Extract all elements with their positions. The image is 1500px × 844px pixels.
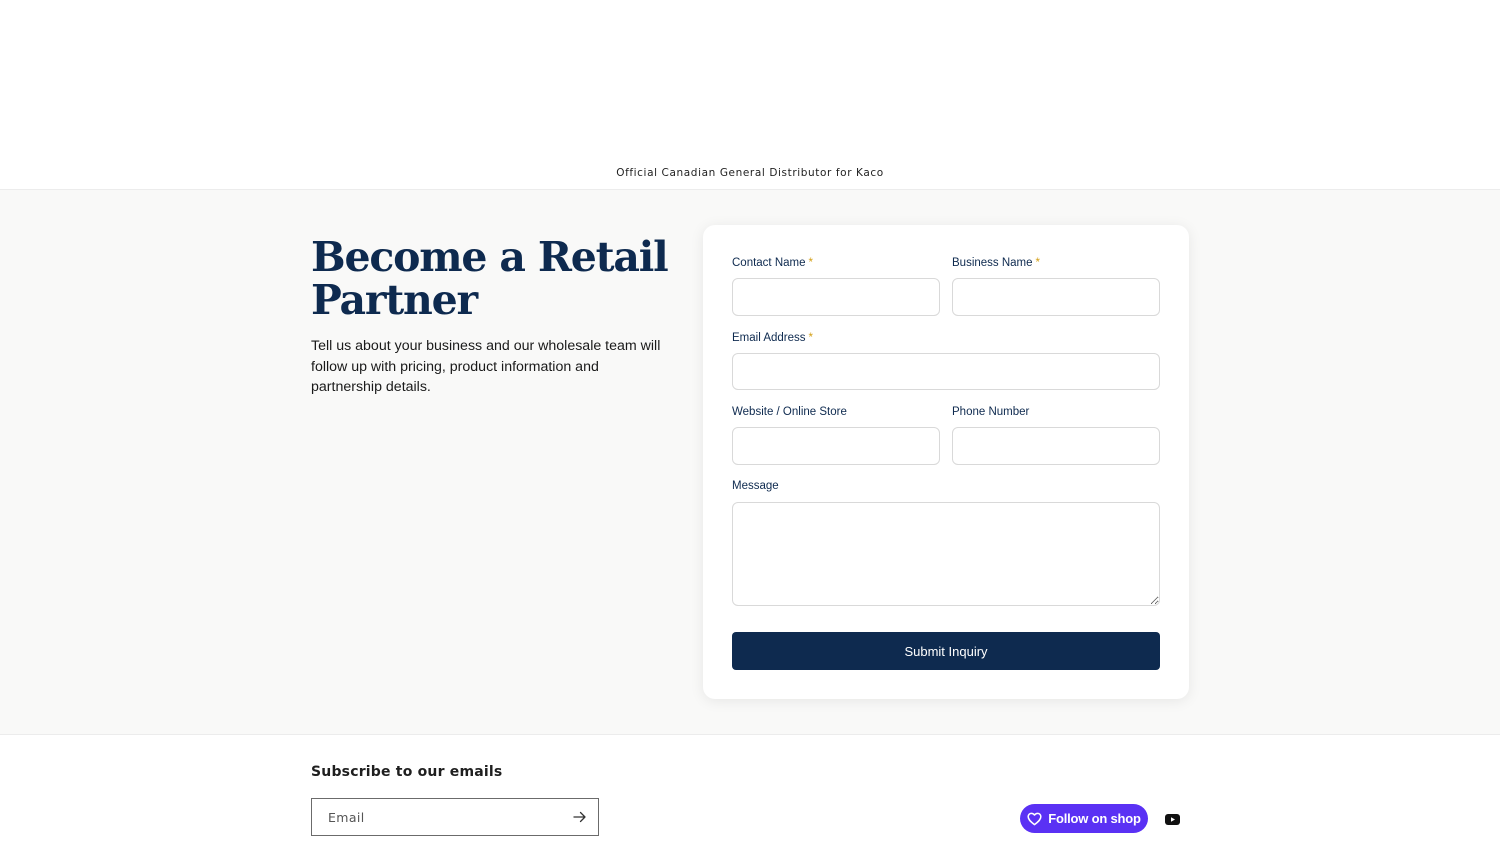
email-address-label-text: Email Address <box>732 332 806 344</box>
submit-inquiry-button[interactable]: Submit Inquiry <box>732 632 1160 670</box>
retail-partner-section: Become a Retail Partner Tell us about yo… <box>0 190 1500 735</box>
contact-name-label: Contact Name * <box>732 257 813 269</box>
page-title: Become a Retail Partner <box>311 233 669 324</box>
inquiry-form: Contact Name * Business Name * Email Addre… <box>703 225 1189 699</box>
email-address-label: Email Address * <box>732 332 813 344</box>
intro-block: Become a Retail Partner Tell us about yo… <box>311 236 671 398</box>
subscribe-title: Subscribe to our emails <box>311 764 503 780</box>
subscribe-email-box <box>311 798 599 836</box>
website-label: Website / Online Store <box>732 406 847 418</box>
required-mark: * <box>808 257 813 269</box>
message-label: Message <box>732 480 779 492</box>
youtube-icon[interactable] <box>1164 811 1180 827</box>
business-name-label-text: Business Name <box>952 257 1033 269</box>
heart-icon <box>1027 812 1042 826</box>
required-mark: * <box>1035 257 1041 269</box>
contact-name-input[interactable] <box>732 278 940 316</box>
top-banner <box>0 0 1500 190</box>
intro-description: Tell us about your business and our whol… <box>311 338 661 395</box>
phone-number-input[interactable] <box>952 427 1160 465</box>
header-tagline: Official Canadian General Distributor fo… <box>616 167 884 179</box>
phone-number-label: Phone Number <box>952 406 1030 418</box>
subscribe-email-input[interactable] <box>312 799 562 835</box>
shop-button-label: Follow on shop <box>1048 811 1141 826</box>
website-input[interactable] <box>732 427 940 465</box>
follow-on-shop-button[interactable]: Follow on shop <box>1020 804 1148 833</box>
message-textarea[interactable] <box>732 502 1160 606</box>
business-name-input[interactable] <box>952 278 1160 316</box>
required-mark: * <box>808 332 813 344</box>
contact-name-label-text: Contact Name <box>732 257 806 269</box>
email-address-input[interactable] <box>732 353 1160 390</box>
arrow-right-icon[interactable] <box>570 807 590 827</box>
business-name-label: Business Name * <box>952 257 1040 269</box>
